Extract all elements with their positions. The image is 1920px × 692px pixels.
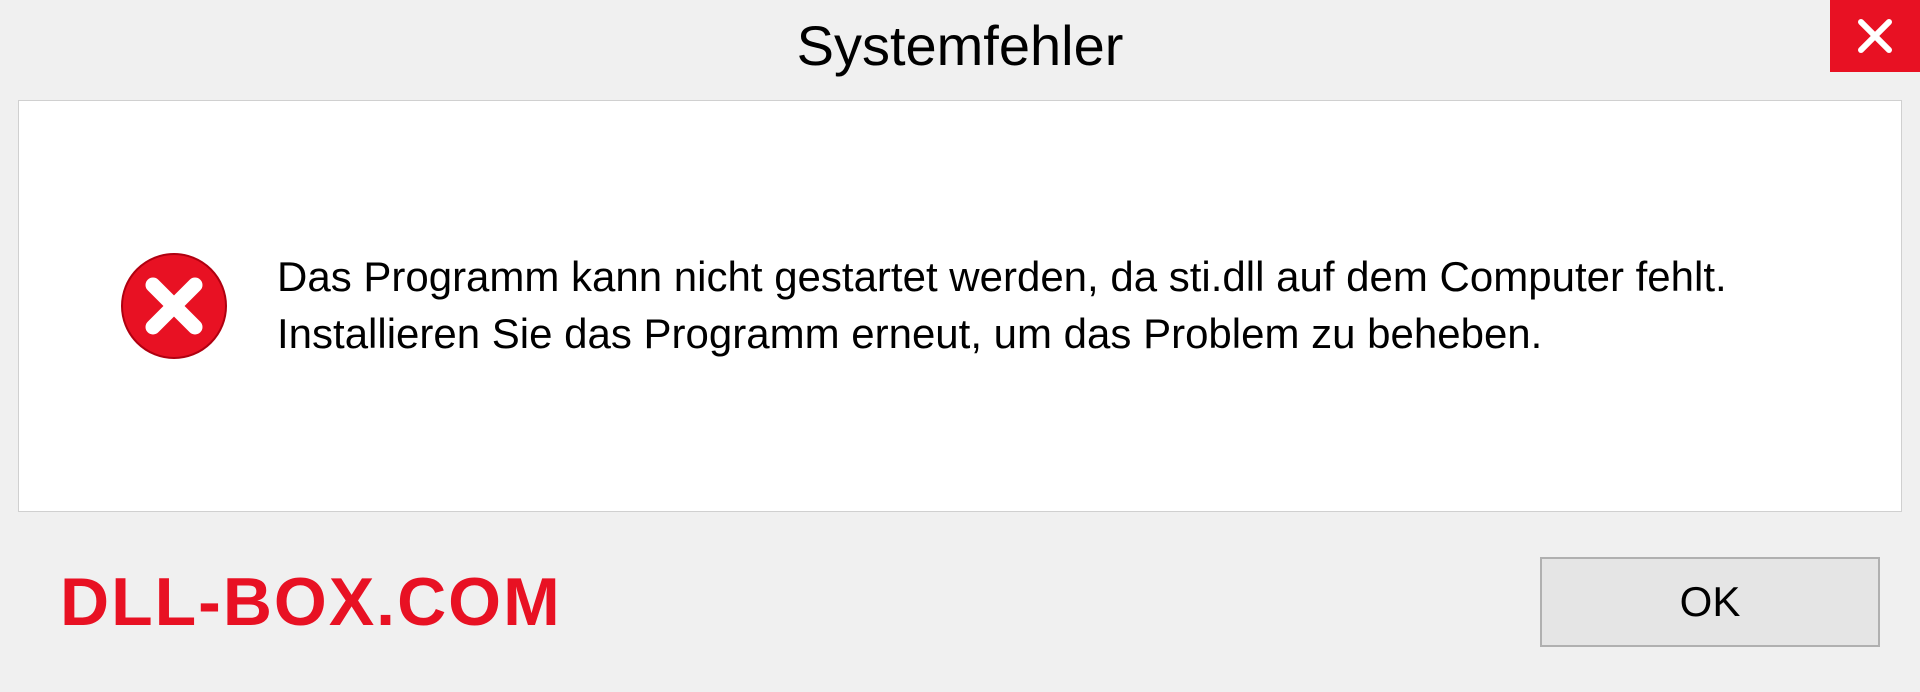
ok-button-label: OK — [1680, 578, 1741, 626]
titlebar: Systemfehler — [0, 0, 1920, 90]
watermark-text: DLL-BOX.COM — [60, 563, 562, 641]
error-dialog: Systemfehler Das Programm kann nicht ges… — [0, 0, 1920, 692]
ok-button[interactable]: OK — [1540, 557, 1880, 647]
content-area: Das Programm kann nicht gestartet werden… — [18, 100, 1902, 512]
error-message: Das Programm kann nicht gestartet werden… — [277, 249, 1831, 362]
close-icon — [1855, 16, 1895, 56]
dialog-title: Systemfehler — [797, 13, 1124, 78]
close-button[interactable] — [1830, 0, 1920, 72]
dialog-footer: DLL-BOX.COM OK — [0, 512, 1920, 692]
error-icon — [119, 251, 229, 361]
